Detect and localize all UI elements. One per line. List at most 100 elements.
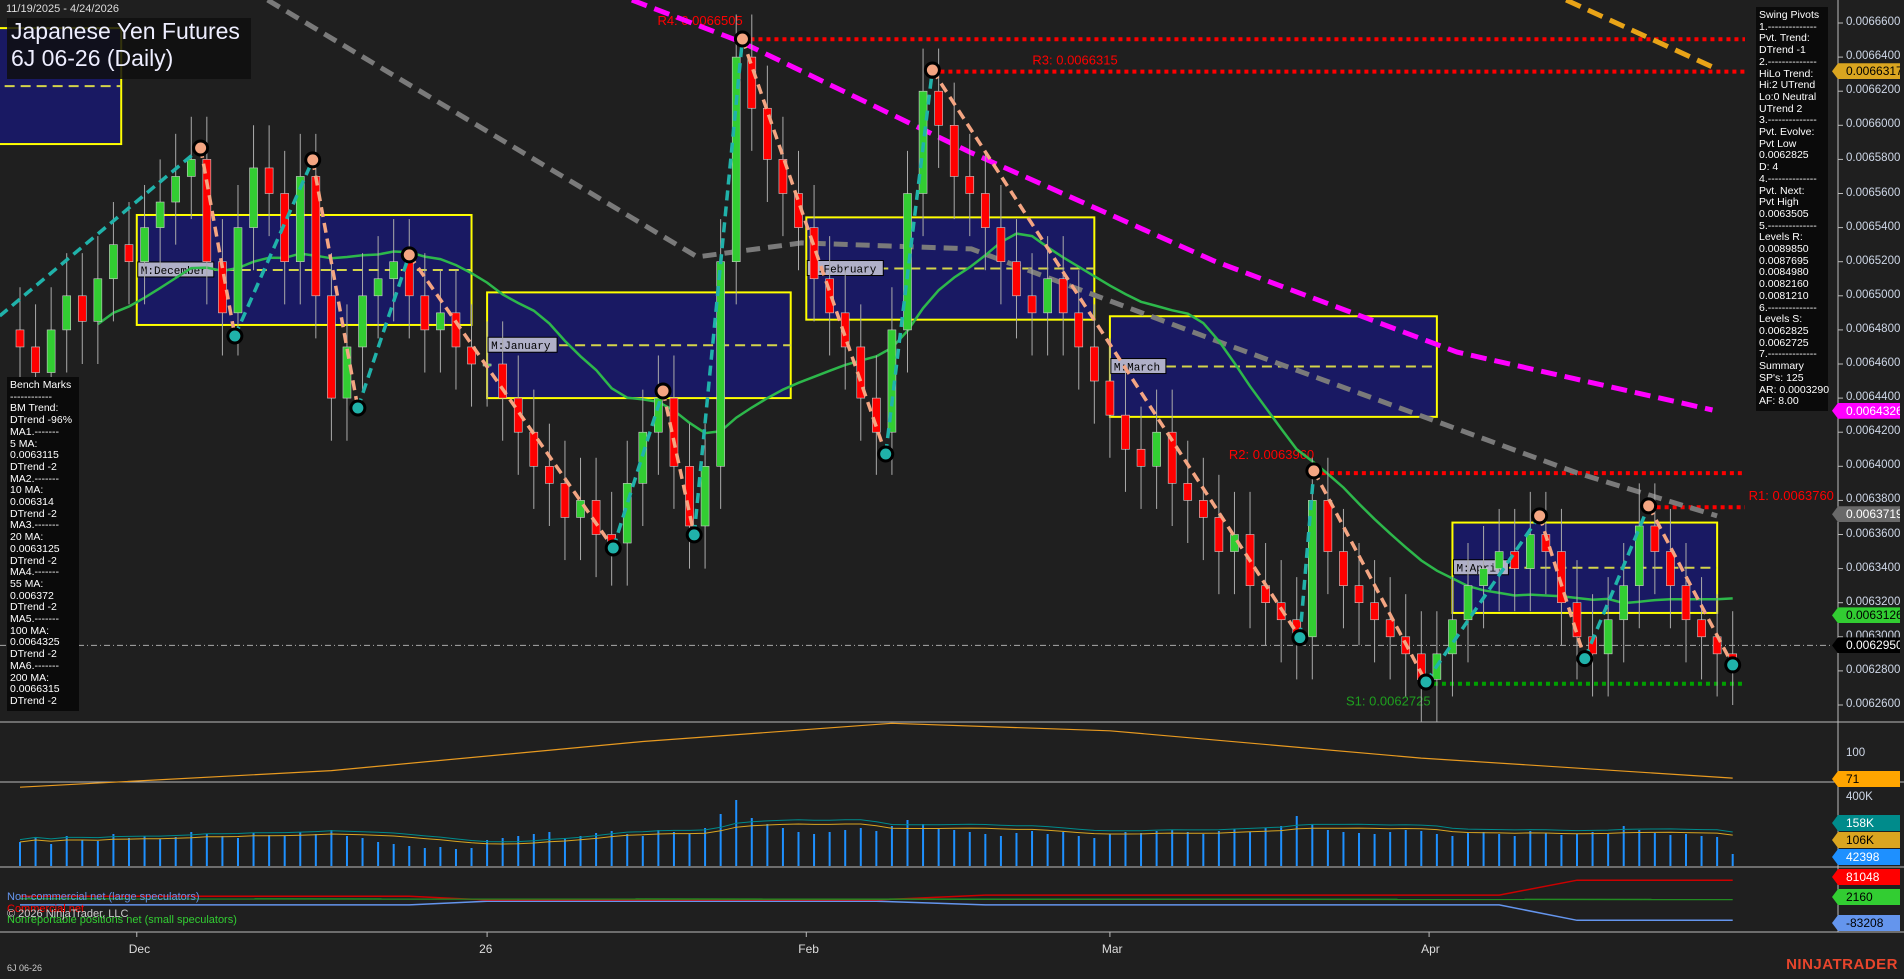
volume-bar [953, 830, 956, 866]
volume-bar [1576, 834, 1578, 866]
candle-body [202, 159, 212, 262]
volume-bar [563, 838, 566, 866]
candle-body [1697, 619, 1706, 638]
bench-mark-line: DTrend -2 [10, 460, 57, 473]
candle-body [1603, 619, 1613, 655]
candle-body [124, 244, 134, 262]
volume-bar [1295, 816, 1298, 866]
candle-body [1385, 619, 1395, 638]
swing-high-marker [654, 382, 672, 400]
volume-bar [532, 834, 535, 866]
volume-bar [1731, 854, 1734, 866]
candle-body [1090, 346, 1099, 382]
swing-high-marker [923, 61, 941, 79]
month-box-label: M:January [491, 341, 551, 353]
swing-high-marker [733, 30, 751, 48]
price-axis-label: 0.0063600 [1846, 527, 1901, 540]
price-axis-label: 0.0065600 [1846, 186, 1901, 199]
volume-bar [844, 830, 847, 866]
volume-bar [517, 836, 520, 866]
price-axis-label: 0.0065400 [1846, 220, 1901, 233]
candle-body [31, 346, 40, 373]
level-label: R1: 0.0063760 [1749, 488, 1834, 503]
candle-body [1152, 431, 1161, 467]
volume-bar [1046, 834, 1049, 866]
candle-body [1619, 585, 1629, 621]
date-range: 11/19/2025 - 4/24/2026 [6, 3, 119, 15]
candle-body [249, 167, 258, 228]
swing-pivots-panel: Swing Pivots 1.-------------- Pvt. Trend: D… [1756, 7, 1829, 411]
volume-bar [1513, 836, 1516, 866]
volume-bar [127, 838, 130, 866]
candle-body [436, 312, 445, 331]
candle-body [1199, 500, 1208, 518]
volume-bar [1249, 832, 1252, 866]
bench-mark-line: Bench Marks [10, 379, 72, 391]
candle-body [981, 193, 990, 228]
volume-tag-158k: 158K [1832, 815, 1900, 831]
price-chart[interactable]: M:DecemberM:JanuaryM:FebruaryM:MarchM:Ap… [0, 0, 1904, 979]
candle-body [46, 329, 56, 373]
candle-body [1494, 551, 1504, 569]
volume-bar [937, 828, 940, 866]
candle-body [560, 483, 570, 518]
candle-body [529, 431, 539, 467]
price-axis-label: 0.0063400 [1846, 561, 1901, 574]
volume-bar [766, 824, 769, 866]
month-box-label: M:March [1114, 363, 1160, 375]
candle-body [576, 500, 585, 518]
ninjatrader-logo: NINJATRADER [1786, 956, 1898, 973]
swing-pivot-line: SP's: 125 [1759, 371, 1804, 384]
volume-bar [1498, 834, 1501, 866]
volume-bar [81, 840, 84, 866]
swing-high-marker [192, 139, 210, 157]
cot-large-spec-line [20, 900, 1733, 922]
candle-body [1043, 278, 1052, 314]
level-label: R3: 0.0066315 [1032, 53, 1117, 68]
volume-bar [1638, 830, 1641, 866]
volume-bar [1373, 834, 1376, 866]
volume-bar [813, 834, 816, 866]
candle-body [545, 465, 554, 484]
candle-body [77, 295, 87, 322]
candle-body [934, 90, 943, 126]
candle-body [358, 295, 367, 348]
price-axis-label: 0.0064800 [1846, 322, 1901, 335]
candle-body [155, 201, 165, 228]
price-axis-label: 0.0065800 [1846, 152, 1901, 165]
volume-bar [1077, 836, 1080, 866]
volume-bar [1186, 832, 1189, 866]
candle-body [420, 295, 430, 331]
volume-bar [1342, 832, 1345, 866]
volume-bar [890, 826, 893, 866]
volume-bar [1124, 832, 1127, 866]
volume-bar [1467, 833, 1470, 866]
volume-bar [1264, 828, 1267, 866]
volume-bar [330, 830, 333, 866]
volume-bar [1591, 832, 1594, 866]
cot-small-spec-line [19, 898, 1733, 901]
volume-bar [1202, 834, 1205, 866]
volume-bar [579, 836, 582, 866]
volume-bar [34, 838, 37, 866]
volume-bar [1716, 837, 1719, 866]
price-tag: 0.0064326 [1832, 402, 1900, 419]
volume-bar [96, 841, 99, 866]
candle-body [15, 329, 25, 348]
volume-bar [470, 848, 473, 866]
price-axis-label: 0.0062800 [1846, 663, 1901, 676]
volume-bar [1233, 829, 1236, 866]
swing-high-marker [1531, 507, 1549, 525]
volume-axis-tick: 400K [1846, 791, 1873, 803]
cot-small-spec-tag: 2160 [1832, 889, 1900, 905]
volume-bar [1544, 833, 1547, 866]
volume-bar [1529, 831, 1532, 866]
candle-body [1027, 295, 1037, 314]
swing-low-marker [226, 327, 244, 345]
price-tag: 0.0063719 [1832, 506, 1900, 523]
candle-body [140, 227, 149, 263]
candle-body [218, 261, 227, 314]
candle-body [373, 278, 383, 297]
candle-body [93, 278, 103, 322]
volume-bar [1280, 826, 1283, 866]
